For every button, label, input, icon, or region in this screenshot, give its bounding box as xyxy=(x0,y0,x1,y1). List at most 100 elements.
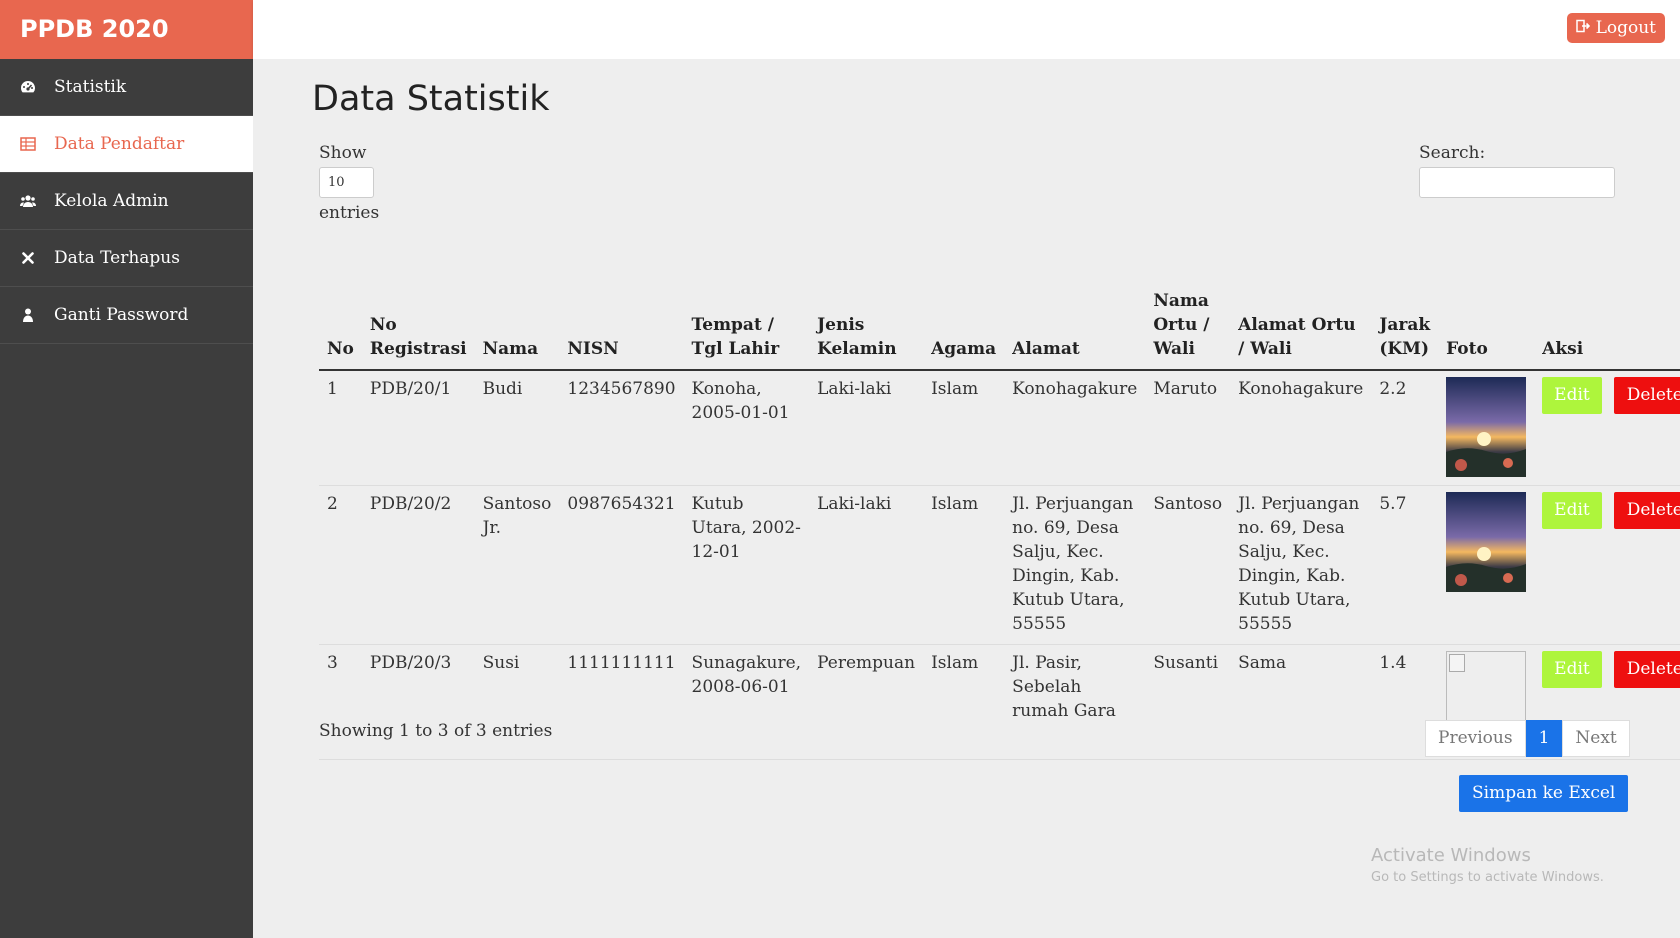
sidebar-item-data-pendaftar[interactable]: Data Pendaftar xyxy=(0,116,253,173)
show-label: Show xyxy=(319,143,367,163)
col-header[interactable]: Jarak (KM) xyxy=(1371,283,1439,371)
cell-aksi: Edit Delete xyxy=(1534,485,1680,645)
cell-ortu: Santoso xyxy=(1145,485,1231,645)
cell-jarak: 5.7 xyxy=(1371,485,1439,645)
cell-nisn: 1111111111 xyxy=(559,644,684,760)
cell-alamat: Jl. Perjuangan no. 69, Desa Salju, Kec. … xyxy=(1004,485,1146,645)
data-table: No No Registrasi Nama NISN Tempat / Tgl … xyxy=(319,283,1680,760)
current-page-button[interactable]: 1 xyxy=(1525,720,1563,757)
user-icon xyxy=(20,307,36,323)
col-header[interactable]: Alamat Ortu / Wali xyxy=(1230,283,1372,371)
sidebar-item-label: Kelola Admin xyxy=(54,191,169,211)
col-header[interactable]: Nama Ortu / Wali xyxy=(1145,283,1231,371)
cell-ortu: Maruto xyxy=(1145,370,1231,486)
edit-button[interactable]: Edit xyxy=(1542,651,1602,688)
cell-no: 1 xyxy=(319,370,362,486)
cell-nama: Santoso Jr. xyxy=(474,485,560,645)
delete-button[interactable]: Delete xyxy=(1613,377,1680,414)
sidebar-item-label: Data Pendaftar xyxy=(54,134,185,154)
sidebar-item-kelola-admin[interactable]: Kelola Admin xyxy=(0,173,253,230)
search-label: Search: xyxy=(1419,143,1486,163)
next-page-button[interactable]: Next xyxy=(1562,720,1630,757)
cell-reg: PDB/20/3 xyxy=(361,644,475,760)
cell-jarak: 2.2 xyxy=(1371,370,1439,486)
table-icon xyxy=(20,136,36,152)
sidebar-item-ganti-password[interactable]: Ganti Password xyxy=(0,287,253,344)
col-header[interactable]: Foto xyxy=(1438,283,1535,371)
page-title: Data Statistik xyxy=(312,79,550,119)
sidebar: Statistik Data Pendaftar Kelola Admin Da… xyxy=(0,59,253,938)
topbar: Logout xyxy=(253,0,1680,59)
cell-agama: Islam xyxy=(923,370,1005,486)
search-control: Search: xyxy=(1419,142,1615,198)
cell-nisn: 1234567890 xyxy=(559,370,684,486)
logout-icon xyxy=(1575,18,1590,38)
edit-button[interactable]: Edit xyxy=(1542,492,1602,529)
col-header[interactable]: Aksi xyxy=(1534,283,1680,371)
main-content: Data Statistik Show 10 entries Search: N… xyxy=(253,59,1680,938)
entries-select[interactable]: 10 xyxy=(319,167,374,198)
export-excel-button[interactable]: Simpan ke Excel xyxy=(1459,775,1629,812)
cell-no: 3 xyxy=(319,644,362,760)
entries-length-control: Show 10 entries xyxy=(319,142,379,224)
logout-button[interactable]: Logout xyxy=(1566,13,1665,43)
cell-aksi: Edit Delete xyxy=(1534,370,1680,486)
col-header[interactable]: Jenis Kelamin xyxy=(809,283,924,371)
photo-thumbnail[interactable] xyxy=(1446,377,1527,477)
cell-alamat-ortu: Sama xyxy=(1230,644,1372,760)
close-icon xyxy=(20,250,36,266)
cell-alamat: Konohagakure xyxy=(1004,370,1146,486)
previous-page-button[interactable]: Previous xyxy=(1425,720,1526,757)
sidebar-item-label: Ganti Password xyxy=(54,305,189,325)
sidebar-item-label: Statistik xyxy=(54,77,127,97)
delete-button[interactable]: Delete xyxy=(1613,651,1680,688)
col-header[interactable]: NISN xyxy=(559,283,684,371)
edit-button[interactable]: Edit xyxy=(1542,377,1602,414)
cell-jk: Laki-laki xyxy=(809,485,924,645)
photo-thumbnail[interactable] xyxy=(1446,492,1527,592)
cell-jk: Laki-laki xyxy=(809,370,924,486)
cell-ttl: Konoha, 2005-01-01 xyxy=(683,370,810,486)
cell-foto xyxy=(1438,370,1535,486)
activation-watermark: Activate Windows Go to Settings to activ… xyxy=(1371,845,1604,885)
delete-button[interactable]: Delete xyxy=(1613,492,1680,529)
col-header[interactable]: No xyxy=(319,283,362,371)
entries-label: entries xyxy=(319,203,380,223)
sidebar-item-data-terhapus[interactable]: Data Terhapus xyxy=(0,230,253,287)
pagination: Previous 1 Next xyxy=(1425,720,1630,757)
search-input[interactable] xyxy=(1419,167,1615,198)
cell-alamat-ortu: Jl. Perjuangan no. 69, Desa Salju, Kec. … xyxy=(1230,485,1372,645)
users-icon xyxy=(20,193,36,209)
table-row: 1 PDB/20/1 Budi 1234567890 Konoha, 2005-… xyxy=(319,370,1680,486)
table-row: 2 PDB/20/2 Santoso Jr. 0987654321 Kutub … xyxy=(319,485,1680,645)
cell-ttl: Sunagakure, 2008-06-01 xyxy=(683,644,810,760)
sidebar-item-statistik[interactable]: Statistik xyxy=(0,59,253,116)
watermark-subtitle: Go to Settings to activate Windows. xyxy=(1371,870,1604,885)
col-header[interactable]: Tempat / Tgl Lahir xyxy=(683,283,810,371)
cell-nama: Susi xyxy=(474,644,560,760)
cell-agama: Islam xyxy=(923,485,1005,645)
cell-alamat: Jl. Pasir, Sebelah rumah Gara xyxy=(1004,644,1146,760)
col-header[interactable]: Alamat xyxy=(1004,283,1146,371)
col-header[interactable]: Nama xyxy=(474,283,560,371)
col-header[interactable]: Agama xyxy=(923,283,1005,371)
cell-agama: Islam xyxy=(923,644,1005,760)
cell-nama: Budi xyxy=(474,370,560,486)
table-header-row: No No Registrasi Nama NISN Tempat / Tgl … xyxy=(319,283,1680,371)
cell-jk: Perempuan xyxy=(809,644,924,760)
col-header[interactable]: No Registrasi xyxy=(361,283,475,371)
watermark-title: Activate Windows xyxy=(1371,845,1531,866)
cell-ttl: Kutub Utara, 2002-12-01 xyxy=(683,485,810,645)
cell-nisn: 0987654321 xyxy=(559,485,684,645)
cell-foto xyxy=(1438,485,1535,645)
cell-alamat-ortu: Konohagakure xyxy=(1230,370,1372,486)
cell-reg: PDB/20/2 xyxy=(361,485,475,645)
sidebar-item-label: Data Terhapus xyxy=(54,248,180,268)
cell-no: 2 xyxy=(319,485,362,645)
logout-label: Logout xyxy=(1595,18,1656,38)
dashboard-icon xyxy=(20,79,36,95)
table-info: Showing 1 to 3 of 3 entries xyxy=(319,721,553,741)
cell-ortu: Susanti xyxy=(1145,644,1231,760)
brand-title[interactable]: PPDB 2020 xyxy=(0,0,253,59)
cell-reg: PDB/20/1 xyxy=(361,370,475,486)
